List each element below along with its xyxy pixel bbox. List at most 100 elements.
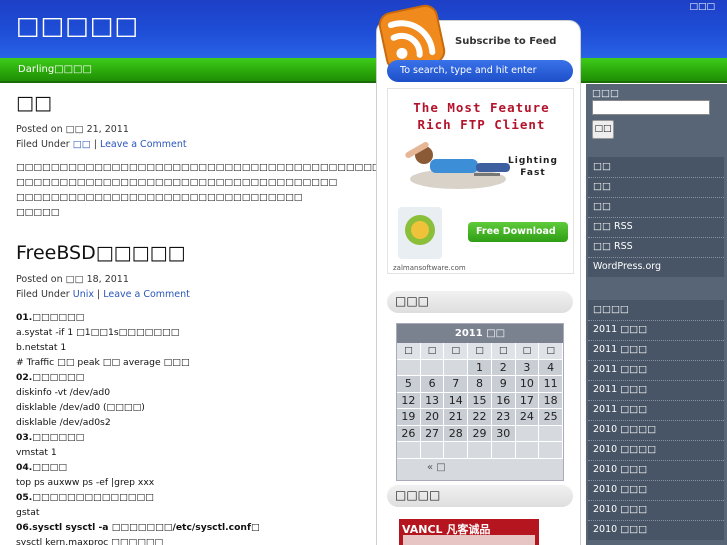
calendar-day: 6 xyxy=(420,376,445,393)
free-download-button[interactable]: Free Download xyxy=(468,222,568,242)
nav-item-2[interactable]: □□ xyxy=(73,64,92,75)
calendar-weekday: □ xyxy=(539,343,563,360)
post-line: b.netstat 1 xyxy=(16,342,67,353)
calendar-day: 26 xyxy=(397,425,421,442)
comment-link[interactable]: Leave a Comment xyxy=(100,139,187,150)
calendar-prev-link[interactable]: « □ xyxy=(397,459,563,480)
meta-link[interactable]: □□ xyxy=(588,197,724,217)
ad-tagline: Lighting Fast xyxy=(508,155,558,179)
calendar-day: 9 xyxy=(491,376,516,393)
post-body: 01.□□□□□□ a.systat -if 1 □1□□1s□□□□□□□ b… xyxy=(16,310,260,545)
filed-label: Filed Under xyxy=(16,139,70,150)
search-label: □□□ xyxy=(592,88,619,99)
archive-link[interactable]: 2011 □□□ xyxy=(588,360,724,380)
archive-link[interactable]: 2011 □□□ xyxy=(588,340,724,360)
calendar-weekday: □ xyxy=(515,343,540,360)
calendar-day: 24 xyxy=(515,409,540,426)
search-input[interactable]: To search, type and hit enter xyxy=(387,60,573,82)
calendar-day: 29 xyxy=(468,425,492,442)
post-line: 04.□□□□ xyxy=(16,462,67,473)
vancl-ad-image xyxy=(403,535,535,545)
post-line: a.systat -if 1 □1□□1s□□□□□□□ xyxy=(16,327,180,338)
calendar-day: 11 xyxy=(539,376,563,393)
post-meta: Filed Under Unix | Leave a Comment xyxy=(16,289,190,300)
post-line: # Traffic □□ peak □□ average □□□ xyxy=(16,357,190,368)
meta-link[interactable]: □□ RSS xyxy=(588,237,724,257)
ad-person-illustration xyxy=(398,142,510,259)
archives-widget: □□□□ 2011 □□□ 2011 □□□ 2011 □□□ 2011 □□□ 201… xyxy=(588,300,724,540)
category-link[interactable]: Unix xyxy=(73,289,94,300)
nav-item-darling[interactable]: Darling□□ xyxy=(18,64,73,75)
meta-widget: □□ □□ □□ □□ RSS □□ RSS WordPress.org xyxy=(588,157,724,277)
middle-sidebar: Subscribe to Feed To search, type and hi… xyxy=(376,4,581,545)
calendar-empty-cell xyxy=(420,442,445,459)
post-line: gstat xyxy=(16,507,40,518)
meta-link[interactable]: □□ xyxy=(588,177,724,197)
calendar-day: 16 xyxy=(491,392,516,409)
calendar-day: 25 xyxy=(539,409,563,426)
top-right-link[interactable]: □□□ xyxy=(689,2,715,12)
calendar-empty-cell xyxy=(515,442,540,459)
archive-link[interactable]: 2011 □□□ xyxy=(588,380,724,400)
post-line: sysctl kern.maxproc □□□□□□ xyxy=(16,537,164,545)
calendar-weekday: □ xyxy=(491,343,516,360)
calendar-day: 8 xyxy=(468,376,492,393)
comment-link[interactable]: Leave a Comment xyxy=(103,289,190,300)
meta-link[interactable]: □□ RSS xyxy=(588,217,724,237)
post-date: Posted on □□ 18, 2011 xyxy=(16,274,129,285)
post-line: top ps auxww ps -ef |grep xxx xyxy=(16,477,155,488)
calendar-caption: 2011 □□ xyxy=(397,324,563,343)
filed-label: Filed Under xyxy=(16,289,70,300)
calendar-day: 30 xyxy=(491,425,516,442)
post-line: 01.□□□□□□ xyxy=(16,312,85,323)
archive-link[interactable]: 2010 □□□ xyxy=(588,520,724,540)
archive-heading: □□□ xyxy=(387,291,573,313)
calendar-empty-cell xyxy=(444,359,469,376)
calendar-day: 28 xyxy=(444,425,469,442)
links-heading: □□□□ xyxy=(387,485,573,507)
calendar-day: 20 xyxy=(420,409,445,426)
archive-link[interactable]: 2010 □□□□ xyxy=(588,420,724,440)
archive-link[interactable]: 2010 □□□ xyxy=(588,500,724,520)
subscribe-to-feed-link[interactable]: Subscribe to Feed xyxy=(455,36,556,47)
post-line: 03.□□□□□□ xyxy=(16,432,85,443)
calendar-weekday: □ xyxy=(397,343,421,360)
archive-link[interactable]: 2010 □□□ xyxy=(588,460,724,480)
calendar-day: 4 xyxy=(539,359,563,376)
sidebar-search-field[interactable] xyxy=(592,100,710,115)
post-line: diskinfo -vt /dev/ad0 xyxy=(16,387,111,398)
calendar-day: 15 xyxy=(468,392,492,409)
calendar-day: 18 xyxy=(539,392,563,409)
calendar-day: 1 xyxy=(468,359,492,376)
right-sidebar: □□□ □□ □□ □□ □□ □□ RSS □□ RSS WordPress.org … xyxy=(586,84,727,545)
sidebar-search-button[interactable]: □□ xyxy=(592,120,614,139)
archive-link[interactable]: 2010 □□□ xyxy=(588,480,724,500)
calendar-day: 21 xyxy=(444,409,469,426)
calendar-day: 17 xyxy=(515,392,540,409)
calendar-empty-cell xyxy=(515,425,540,442)
calendar-empty-cell xyxy=(397,359,421,376)
site-header: □□□□□ □□□ xyxy=(0,0,727,62)
post-line: vmstat 1 xyxy=(16,447,57,458)
meta-title: □□ xyxy=(593,161,611,172)
calendar-day: 10 xyxy=(515,376,540,393)
calendar-weekday: □ xyxy=(444,343,469,360)
vancl-ad[interactable]: VANCL 凡客诚品 xyxy=(399,519,539,545)
calendar-widget: 2011 □□ □ □ □ □ □ □ □ 1 2 3 4 5 6 7 8 9 10 11 12 13 14 15 16 17… xyxy=(396,323,564,481)
category-link[interactable]: □□ xyxy=(73,139,91,150)
post: FreeBSD□□□□□ Posted on □□ 18, 2011 Filed… xyxy=(16,242,260,545)
calendar-empty-cell xyxy=(539,442,563,459)
post-title[interactable]: FreeBSD□□□□□ xyxy=(16,242,260,264)
ad-tag-line: Lighting xyxy=(508,156,558,166)
archive-link[interactable]: 2011 □□□ xyxy=(588,320,724,340)
calendar-empty-cell xyxy=(491,442,516,459)
ad-url: zalmansoftware.com xyxy=(393,264,466,272)
post-line: disklable /dev/ad0s2 xyxy=(16,417,111,428)
archive-link[interactable]: 2011 □□□ xyxy=(588,400,724,420)
meta-link[interactable]: WordPress.org xyxy=(588,257,724,277)
calendar-day: 13 xyxy=(420,392,445,409)
ftp-client-ad[interactable]: The Most Feature Rich FTP Client Lightin… xyxy=(387,88,574,274)
site-title[interactable]: □□□□□ xyxy=(16,11,139,40)
archive-link[interactable]: 2010 □□□□ xyxy=(588,440,724,460)
post-line: 02.□□□□□□ xyxy=(16,372,85,383)
